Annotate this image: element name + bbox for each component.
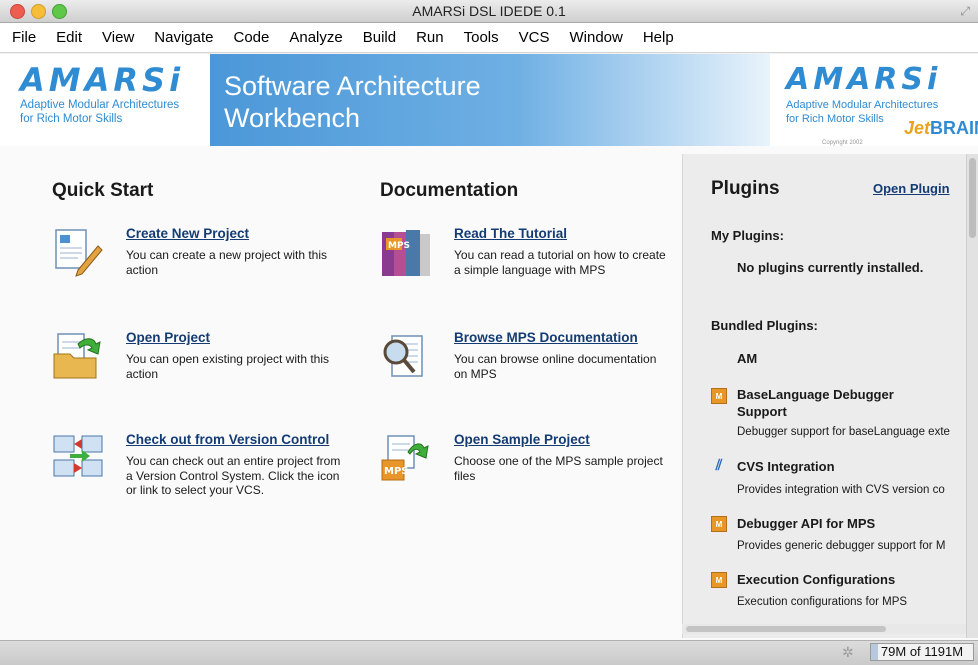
plugins-vertical-scrollbar[interactable] — [966, 154, 978, 638]
new-project-icon[interactable] — [52, 226, 104, 278]
read-tutorial-link[interactable]: Read The Tutorial — [454, 226, 567, 241]
memory-used-bar — [871, 644, 878, 660]
menu-navigate[interactable]: Navigate — [142, 29, 221, 46]
logo-tagline-line2: for Rich Motor Skills — [20, 113, 123, 125]
menu-view[interactable]: View — [90, 29, 142, 46]
vcs-checkout-icon[interactable] — [52, 432, 104, 484]
create-new-project-link[interactable]: Create New Project — [126, 226, 249, 241]
sample-project-icon[interactable]: MPS — [380, 432, 432, 484]
browse-docs-icon[interactable] — [380, 330, 432, 382]
menu-run[interactable]: Run — [404, 29, 452, 46]
plugins-panel: Plugins Open Plugin My Plugins: No plugi… — [682, 154, 967, 638]
my-plugins-header: My Plugins: — [711, 228, 784, 243]
documentation-title: Documentation — [380, 180, 519, 201]
open-sample-link[interactable]: Open Sample Project — [454, 432, 590, 447]
amarsi-logo-word-right: AMARSi — [786, 62, 942, 97]
checkout-vcs-desc: You can check out an entire project from… — [126, 454, 341, 497]
memory-text: 79M of 1191M — [880, 644, 964, 659]
plugin-cvs-name[interactable]: CVS Integration — [737, 458, 947, 475]
amarsi-logo-right: AMARSi Adaptive Modular Architectures fo… — [786, 62, 978, 146]
plugins-horizontal-scrollbar[interactable] — [682, 624, 966, 634]
menu-code[interactable]: Code — [221, 29, 277, 46]
menu-bar: File Edit View Navigate Code Analyze Bui… — [0, 23, 978, 53]
plugin-baselanguage-debugger-name[interactable]: BaseLanguage Debugger Support — [737, 386, 947, 420]
plugins-title: Plugins — [711, 178, 780, 199]
menu-window[interactable]: Window — [557, 29, 630, 46]
mps-plugin-icon: M — [711, 572, 727, 588]
menu-file[interactable]: File — [4, 29, 44, 46]
menu-help[interactable]: Help — [631, 29, 682, 46]
fullscreen-icon[interactable]: ⤢ — [960, 4, 970, 19]
jetbrains-logo: JetBRAIN — [904, 118, 978, 138]
browse-docs-link[interactable]: Browse MPS Documentation — [454, 330, 638, 345]
horizontal-scroll-thumb[interactable] — [686, 626, 886, 632]
menu-build[interactable]: Build — [351, 29, 404, 46]
plugin-baselanguage-debugger-desc: Debugger support for baseLanguage exte — [737, 426, 950, 438]
svg-text:MPS: MPS — [384, 466, 408, 477]
memory-indicator[interactable]: 79M of 1191M — [870, 643, 974, 661]
read-tutorial-desc: You can read a tutorial on how to create… — [454, 248, 666, 277]
plugin-execution-config-desc: Execution configurations for MPS — [737, 596, 908, 608]
window-title: AMARSi DSL IDEDE 0.1 — [412, 3, 566, 19]
vertical-scroll-thumb[interactable] — [969, 158, 976, 238]
menu-tools[interactable]: Tools — [452, 29, 507, 46]
title-bar: AMARSi DSL IDEDE 0.1 ⤢ — [0, 0, 978, 23]
menu-edit[interactable]: Edit — [44, 29, 90, 46]
create-new-project-desc: You can create a new project with this a… — [126, 248, 328, 277]
quick-start-title: Quick Start — [52, 180, 154, 201]
amarsi-logo-word: AMARSi — [20, 61, 185, 99]
menu-vcs[interactable]: VCS — [507, 29, 558, 46]
my-plugins-empty-text: No plugins currently installed. — [737, 260, 924, 275]
tutorial-book-icon[interactable]: MPS — [380, 226, 432, 278]
welcome-banner: AMARSi Adaptive Modular Architectures fo… — [0, 54, 978, 146]
menu-analyze[interactable]: Analyze — [277, 29, 350, 46]
background-tasks-icon[interactable]: ✲ — [842, 644, 854, 661]
amarsi-logo: AMARSi Adaptive Modular Architectures fo… — [20, 62, 210, 126]
open-plugin-link[interactable]: Open Plugin — [873, 181, 950, 196]
plugin-debugger-api-desc: Provides generic debugger support for M — [737, 540, 946, 552]
open-folder-icon[interactable] — [52, 330, 104, 382]
cvs-plugin-icon: ⫽ — [715, 457, 723, 474]
checkout-vcs-link[interactable]: Check out from Version Control — [126, 432, 329, 447]
plugin-debugger-api-name[interactable]: Debugger API for MPS — [737, 515, 947, 532]
mps-plugin-icon: M — [711, 516, 727, 532]
open-project-desc: You can open existing project with this … — [126, 352, 330, 381]
plugin-am-name[interactable]: AM — [737, 350, 947, 367]
plugin-cvs-desc: Provides integration with CVS version co — [737, 484, 945, 496]
open-sample-desc: Choose one of the MPS sample project fil… — [454, 454, 663, 483]
mps-plugin-icon: M — [711, 388, 727, 404]
plugin-execution-config-name[interactable]: Execution Configurations — [737, 571, 947, 588]
svg-text:MPS: MPS — [388, 241, 410, 251]
banner-title-area: Software Architecture Workbench — [210, 54, 770, 146]
logo-tagline-right-line1: Adaptive Modular Architectures — [786, 99, 939, 111]
status-bar: ✲ 79M of 1191M — [0, 640, 978, 665]
bundled-plugins-header: Bundled Plugins: — [711, 318, 818, 333]
open-project-link[interactable]: Open Project — [126, 330, 210, 345]
banner-title: Software Architecture Workbench — [224, 71, 481, 133]
browse-docs-desc: You can browse online documentation on M… — [454, 352, 657, 381]
logo-tagline-line1: Adaptive Modular Architectures — [20, 99, 180, 111]
